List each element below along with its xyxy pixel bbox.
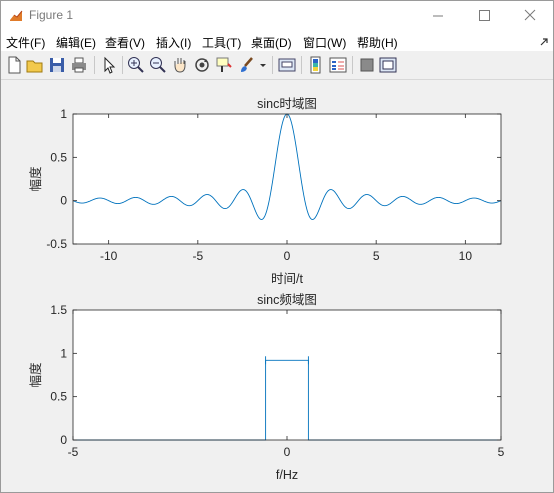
time-x-tick-label: 10 xyxy=(459,249,473,263)
minimize-icon xyxy=(433,15,443,17)
toolbar-separator xyxy=(352,56,353,74)
link-plot-button[interactable] xyxy=(277,55,297,75)
time-y-tick-label: -0.5 xyxy=(46,237,67,251)
time-x-tick-label: -5 xyxy=(192,249,203,263)
time-x-tick-label: -10 xyxy=(100,249,118,263)
pan-hand-icon xyxy=(174,58,186,73)
time-x-tick-label: 0 xyxy=(284,249,291,263)
freq-axes-background xyxy=(73,310,501,440)
freq-x-tick-label: 5 xyxy=(498,445,505,459)
freq-y-tick-label: 0 xyxy=(60,433,67,447)
dock-figure-icon[interactable] xyxy=(539,35,549,47)
legend-icon xyxy=(329,57,347,73)
time-y-axis-label: 幅度 xyxy=(28,166,43,192)
toolbar-separator xyxy=(301,56,302,74)
pointer-button[interactable] xyxy=(99,55,119,75)
time-y-tick-label: 0.5 xyxy=(50,150,67,164)
freq-x-tick-label: -5 xyxy=(68,445,79,459)
time-axes-background xyxy=(73,114,501,244)
time-y-tick-label: 1 xyxy=(60,107,67,121)
rotate-3d-button[interactable] xyxy=(192,55,212,75)
freq-plot-title: sinc频域图 xyxy=(257,293,317,307)
title-bar[interactable]: Figure 1 xyxy=(1,1,553,31)
open-file-icon xyxy=(26,60,43,73)
menu-tools[interactable]: 工具(T) xyxy=(202,34,241,51)
zoom-in-button[interactable] xyxy=(126,55,146,75)
figure-window: Figure 1 文件(F) 编辑(E) 查看(V) 插入(I) 工具(T) 桌… xyxy=(0,0,554,493)
freq-y-tick-label: 1.5 xyxy=(50,303,67,317)
figure-toolbar xyxy=(1,51,553,80)
maximize-icon xyxy=(479,10,490,21)
zoom-in-icon xyxy=(128,57,144,73)
brush-button[interactable] xyxy=(237,55,257,75)
data-cursor-button[interactable] xyxy=(214,55,234,75)
hide-plot-tools-icon xyxy=(360,58,374,72)
close-icon xyxy=(524,9,536,21)
pointer-icon xyxy=(104,56,116,74)
menu-bar: 文件(F) 编辑(E) 查看(V) 插入(I) 工具(T) 桌面(D) 窗口(W… xyxy=(1,31,553,51)
hide-plot-tools-button[interactable] xyxy=(357,55,377,75)
colorbar-button[interactable] xyxy=(306,55,326,75)
show-plot-tools-icon xyxy=(379,57,397,73)
toolbar-separator xyxy=(94,56,95,74)
zoom-out-icon xyxy=(150,57,166,73)
menu-file[interactable]: 文件(F) xyxy=(6,34,45,51)
legend-button[interactable] xyxy=(328,55,348,75)
matlab-figure-icon xyxy=(10,10,23,21)
window-title: Figure 1 xyxy=(29,8,74,22)
colorbar-icon xyxy=(310,56,321,74)
close-button[interactable] xyxy=(507,1,553,31)
show-plot-tools-button[interactable] xyxy=(378,55,398,75)
figure-canvas: sinc时域图 -10 -5 0 5 10 -0.5 0 0.5 1 时间/t 幅度 sinc频… xyxy=(1,80,553,492)
time-y-tick-label: 0 xyxy=(60,194,67,208)
link-plot-icon xyxy=(278,58,296,72)
freq-y-tick-label: 1 xyxy=(60,346,67,360)
time-plot-title: sinc时域图 xyxy=(257,97,317,111)
menu-window[interactable]: 窗口(W) xyxy=(303,34,346,51)
menu-edit[interactable]: 编辑(E) xyxy=(56,34,96,51)
freq-y-axis-label: 幅度 xyxy=(28,362,43,388)
print-icon xyxy=(72,57,86,73)
plots-svg: sinc时域图 -10 -5 0 5 10-0.500.51 时间/t 幅度 sinc频… xyxy=(28,97,505,482)
menu-help[interactable]: 帮助(H) xyxy=(357,34,398,51)
open-file-button[interactable] xyxy=(25,55,45,75)
rotate-3d-icon xyxy=(195,58,209,72)
menu-desktop[interactable]: 桌面(D) xyxy=(251,34,292,51)
freq-x-axis-label: f/Hz xyxy=(276,468,298,482)
time-x-axis-label: 时间/t xyxy=(271,272,303,286)
menu-view[interactable]: 查看(V) xyxy=(105,34,145,51)
freq-x-tick-label: 0 xyxy=(284,445,291,459)
save-button[interactable] xyxy=(47,55,67,75)
zoom-out-button[interactable] xyxy=(148,55,168,75)
toolbar-separator xyxy=(272,56,273,74)
frequency-domain-axes[interactable]: sinc频域图 -5 0 500.511.5 f/Hz 幅度 xyxy=(28,293,505,482)
menu-insert[interactable]: 插入(I) xyxy=(156,34,191,51)
time-domain-axes[interactable]: sinc时域图 -10 -5 0 5 10 -0.5 0 0.5 1 时间/t 幅度 xyxy=(28,97,502,286)
chevron-down-icon xyxy=(260,64,266,67)
minimize-button[interactable] xyxy=(415,1,461,31)
brush-dropdown[interactable] xyxy=(258,55,268,75)
freq-y-tick-label: 0.5 xyxy=(50,390,67,404)
new-figure-icon xyxy=(8,56,21,74)
save-icon xyxy=(50,58,64,72)
brush-icon xyxy=(241,57,253,72)
maximize-button[interactable] xyxy=(461,1,507,31)
time-x-tick-label: 5 xyxy=(373,249,380,263)
data-cursor-icon xyxy=(216,57,232,72)
pan-button[interactable] xyxy=(170,55,190,75)
new-figure-button[interactable] xyxy=(4,55,24,75)
toolbar-separator xyxy=(122,56,123,74)
print-button[interactable] xyxy=(69,55,89,75)
